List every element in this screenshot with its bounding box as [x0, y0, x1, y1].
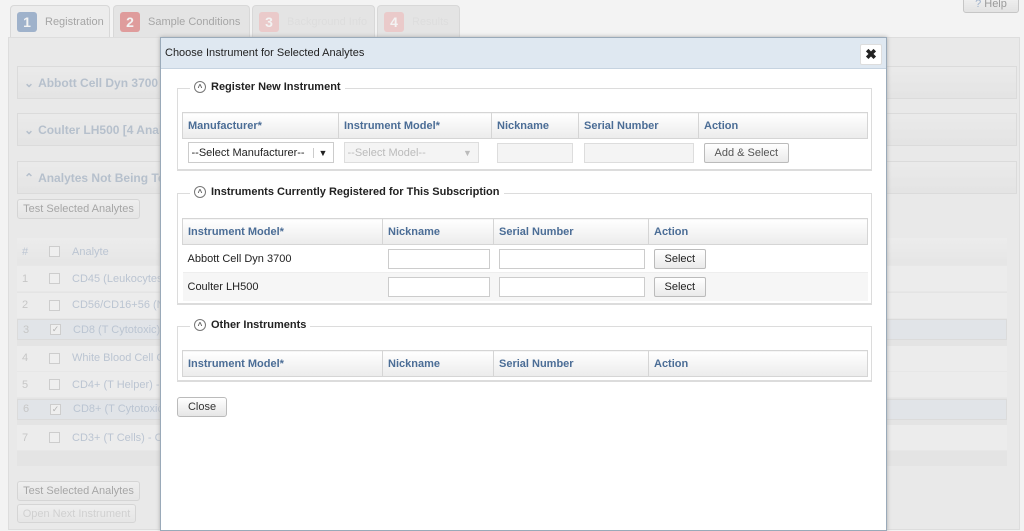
header-serial: Serial Number [493, 218, 649, 245]
collapse-icon: ^ [194, 81, 206, 93]
legend-label: Other Instruments [211, 319, 307, 331]
header-nickname: Nickname [382, 350, 494, 377]
instrument-model: Abbott Cell Dyn 3700 [182, 244, 383, 273]
dialog-titlebar: Choose Instrument for Selected Analytes … [161, 38, 886, 69]
chevron-down-icon: ▼ [312, 147, 333, 158]
serial-number-input[interactable] [498, 276, 645, 297]
header-action: Action [648, 350, 868, 377]
legend-label: Instruments Currently Registered for Thi… [211, 186, 500, 198]
instrument-model: Coulter LH500 [182, 272, 383, 301]
section-legend[interactable]: ^ Register New Instrument [190, 81, 345, 93]
header-nickname: Nickname [491, 112, 579, 139]
header-action: Action [698, 112, 868, 139]
manufacturer-value: --Select Manufacturer-- [191, 146, 305, 159]
table-row: Abbott Cell Dyn 3700 Select [182, 244, 868, 273]
model-select[interactable]: --Select Model-- ▼ [343, 142, 479, 164]
section-legend[interactable]: ^ Other Instruments [190, 319, 311, 331]
header-nickname: Nickname [382, 218, 494, 245]
close-icon[interactable]: ✖ [860, 44, 882, 65]
header-serial: Serial Number [493, 350, 649, 377]
select-button[interactable]: Select [653, 248, 707, 269]
model-value: --Select Model-- [347, 146, 426, 159]
dialog-title: Choose Instrument for Selected Analytes [165, 47, 365, 59]
header-manufacturer: Manufacturer* [182, 112, 339, 139]
close-button[interactable]: Close [177, 397, 227, 417]
nickname-input[interactable] [496, 142, 573, 163]
header-serial: Serial Number [578, 112, 699, 139]
nickname-input[interactable] [387, 248, 490, 269]
serial-number-input[interactable] [583, 142, 694, 163]
register-table: Manufacturer* Instrument Model* Nickname Se… [182, 112, 868, 167]
table-row: Coulter LH500 Select [182, 272, 868, 301]
collapse-icon: ^ [194, 319, 206, 331]
choose-instrument-dialog: Choose Instrument for Selected Analytes … [160, 37, 887, 531]
other-table: Instrument Model* Nickname Serial Number Ac… [182, 350, 868, 377]
serial-number-input[interactable] [498, 248, 645, 269]
select-button[interactable]: Select [653, 276, 707, 297]
register-new-instrument-section: ^ Register New Instrument Manufacturer* In… [177, 81, 872, 171]
add-select-button[interactable]: Add & Select [703, 142, 790, 163]
header-model: Instrument Model* [182, 350, 383, 377]
legend-label: Register New Instrument [211, 81, 341, 93]
header-model: Instrument Model* [182, 218, 383, 245]
section-legend[interactable]: ^ Instruments Currently Registered for Th… [190, 186, 504, 198]
manufacturer-select[interactable]: --Select Manufacturer-- ▼ [187, 142, 334, 164]
collapse-icon: ^ [194, 186, 206, 198]
header-action: Action [648, 218, 868, 245]
chevron-down-icon: ▼ [463, 147, 472, 158]
nickname-input[interactable] [387, 276, 490, 297]
registered-table: Instrument Model* Nickname Serial Number Ac… [182, 218, 868, 301]
registered-instruments-section: ^ Instruments Currently Registered for Th… [177, 186, 872, 305]
header-model: Instrument Model* [338, 112, 492, 139]
other-instruments-section: ^ Other Instruments Instrument Model* Nick… [177, 319, 872, 382]
